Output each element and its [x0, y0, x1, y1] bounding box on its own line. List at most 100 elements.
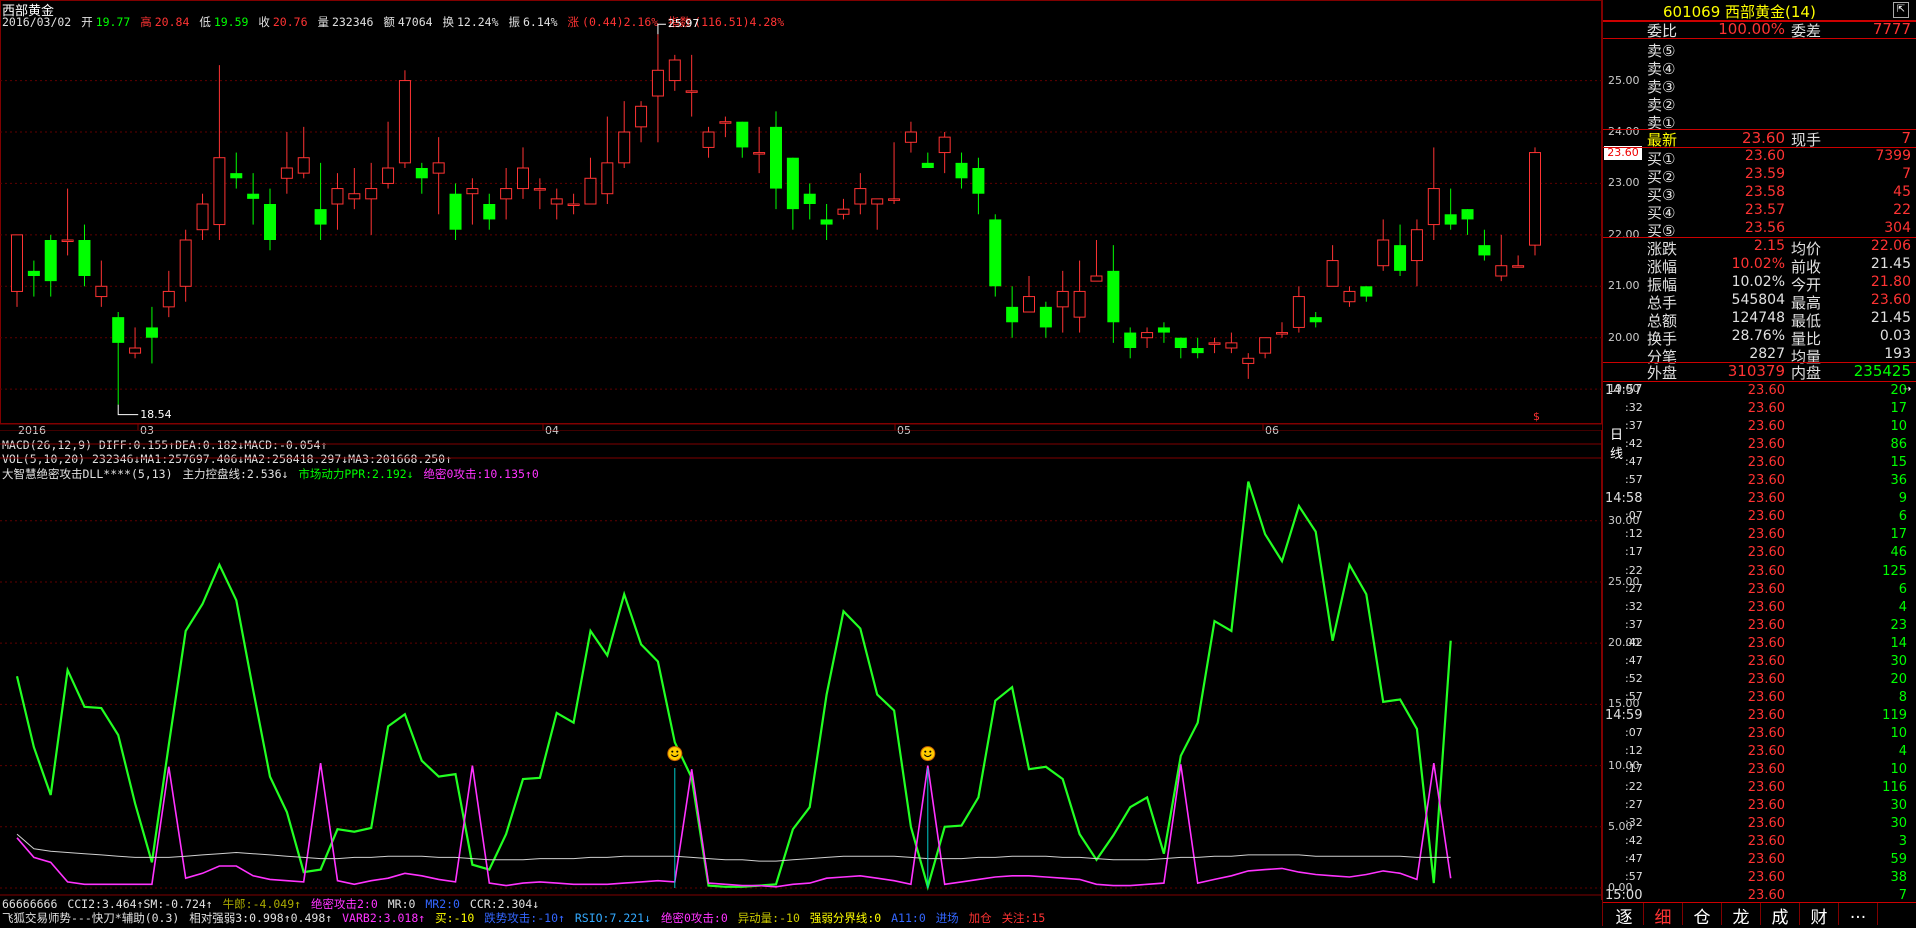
candle-body	[27, 270, 40, 276]
tick-vol: 9	[1898, 491, 1907, 507]
buy-level-vol: 304	[1884, 220, 1911, 236]
chart-area[interactable]: 西部黄金 2016/03/02 开 19.77 高 20.84 低 19.59 收 20…	[0, 0, 1642, 926]
candle	[921, 152, 934, 168]
candle	[314, 162, 327, 240]
tick-price: 23.60	[1747, 527, 1785, 543]
candle-body	[888, 198, 901, 201]
tab-4[interactable]: 成	[1761, 903, 1800, 928]
candle-body	[466, 188, 479, 195]
stat-value: 2.15	[1753, 238, 1785, 254]
candlestick-chart[interactable]	[0, 0, 1602, 430]
tick-vol: 4	[1898, 744, 1907, 759]
candle	[1157, 322, 1170, 343]
buy-level-vol: 7399	[1875, 148, 1911, 164]
candle-body	[314, 209, 327, 225]
tick-time: :57	[1625, 473, 1643, 487]
candle	[1309, 312, 1322, 328]
stat-value: 22.06	[1870, 238, 1911, 254]
latest-value: 23.60	[1742, 129, 1785, 147]
candle	[1512, 255, 1525, 268]
candle	[803, 183, 816, 220]
tick-time: :47	[1625, 653, 1643, 667]
candle	[1276, 322, 1288, 338]
candle	[550, 188, 563, 220]
waipan-label: 外盘	[1647, 364, 1678, 382]
smiley-face	[920, 746, 936, 762]
candle-body	[550, 198, 563, 205]
bl2-m: 关注:15	[1001, 911, 1046, 925]
candle-body	[702, 131, 715, 148]
tick-vol: 30	[1890, 653, 1907, 669]
price-frame	[0, 0, 1602, 424]
candle-body	[1495, 265, 1508, 277]
divider-6	[1603, 381, 1916, 382]
candle-body	[1343, 290, 1356, 303]
candle	[365, 162, 378, 235]
smiley-icon	[920, 746, 936, 762]
indicator-chart[interactable]	[0, 430, 1602, 900]
bl2-j: A11:0	[891, 911, 926, 925]
tick-vol: 38	[1890, 870, 1907, 886]
tick-time: :17	[1625, 545, 1643, 559]
tab-0[interactable]: 逐	[1605, 903, 1644, 928]
candle-body	[95, 285, 108, 298]
tab-5[interactable]: 财	[1800, 903, 1839, 928]
tick-collapse-icon[interactable]: ⇢	[1903, 384, 1911, 395]
candle-body	[1090, 275, 1103, 282]
tick-price: 23.60	[1747, 581, 1785, 597]
candle-body	[1377, 239, 1390, 267]
candle	[786, 157, 799, 230]
candle	[736, 121, 749, 158]
tick-time: :57	[1625, 870, 1643, 884]
panel-switch-icon[interactable]: ⇱	[1893, 2, 1909, 18]
candle-body	[1006, 306, 1019, 323]
candle-body	[1157, 327, 1170, 333]
candle-body	[854, 188, 867, 205]
candle	[11, 234, 23, 307]
candle-body	[1529, 152, 1541, 246]
tab-6[interactable]: ...	[1839, 903, 1878, 925]
candle	[1039, 301, 1052, 338]
candle-body	[1124, 332, 1137, 348]
buy-level-vol: 45	[1893, 184, 1911, 200]
candle	[179, 229, 192, 302]
buy-level-price: 23.58	[1744, 184, 1785, 200]
tick-vol: 59	[1890, 852, 1907, 868]
candle	[1259, 337, 1272, 359]
candle-body	[803, 193, 816, 204]
candle-body	[483, 204, 496, 220]
stock-code-name: 601069 西部黄金(14)	[1663, 3, 1816, 21]
smiley-eye	[924, 750, 927, 753]
candle	[162, 270, 175, 318]
neipan-value: 235425	[1853, 362, 1911, 380]
tick-vol: 20	[1890, 671, 1907, 687]
tab-3[interactable]: 龙	[1722, 903, 1761, 928]
tick-price: 23.60	[1747, 635, 1785, 651]
candle	[972, 157, 985, 215]
stat-value: 124748	[1731, 310, 1785, 326]
tick-vol: 119	[1882, 707, 1907, 723]
tab-2[interactable]: 仓	[1683, 903, 1722, 928]
weicha-value: 7777	[1872, 20, 1911, 38]
candle	[517, 147, 529, 199]
candle-body	[1276, 332, 1288, 335]
candle	[95, 260, 108, 307]
candle	[129, 327, 142, 359]
candle	[533, 178, 546, 210]
tick-vol: 23	[1890, 617, 1907, 633]
candle	[904, 121, 917, 153]
bl2-g: 绝密0攻击:0	[660, 911, 728, 925]
tab-1[interactable]: 细	[1644, 903, 1683, 928]
candle	[1208, 337, 1221, 354]
candle	[44, 234, 57, 297]
low-pointer	[117, 404, 139, 416]
tick-time: :07	[1625, 509, 1643, 523]
bl2-h: 异动量:-10	[737, 911, 800, 925]
candle	[432, 137, 445, 215]
candle	[567, 193, 580, 215]
candle	[112, 312, 125, 405]
tick-vol: 10	[1890, 762, 1907, 778]
tick-time: :37	[1625, 617, 1643, 631]
tick-vol: 30	[1890, 798, 1907, 814]
divider-1	[1603, 38, 1916, 39]
